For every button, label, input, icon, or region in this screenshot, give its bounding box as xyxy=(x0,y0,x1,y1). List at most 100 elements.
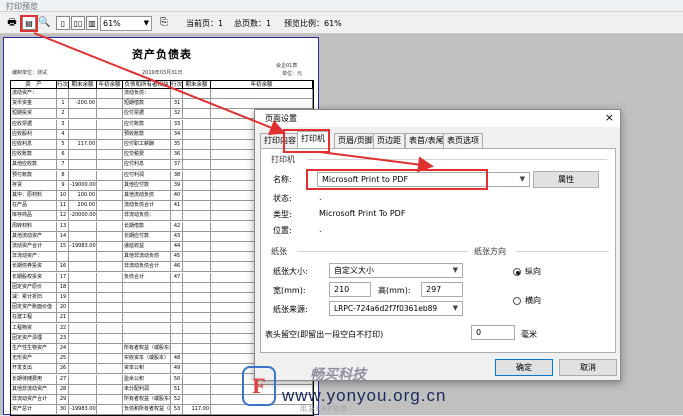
table-cell-asset: 长期债券投资 xyxy=(11,262,57,272)
zoom-icon[interactable]: 🔍 xyxy=(38,16,50,30)
paper-size-select[interactable]: 自定义大小 ▼ xyxy=(329,263,463,278)
height-label: 高(mm): xyxy=(378,286,411,295)
paper-group-label: 纸张 xyxy=(271,247,287,256)
table-cell-line-no xyxy=(57,252,69,262)
tab-margins[interactable]: 页边距 xyxy=(373,133,405,149)
table-cell-end-balance xyxy=(183,272,211,282)
table-cell-line-no: 15 xyxy=(57,242,69,251)
table-cell-begin-balance xyxy=(211,99,313,109)
table-cell-begin-balance xyxy=(97,262,123,272)
watermark-subtitle: 用友ERP软件 xyxy=(300,405,349,413)
table-cell-end-balance xyxy=(183,364,211,374)
cancel-button[interactable]: 取消 xyxy=(559,359,617,376)
height-input[interactable]: 297 xyxy=(421,282,463,297)
table-cell-line-no xyxy=(57,89,69,98)
table-cell-liability: 长期应付款 xyxy=(123,231,171,241)
portrait-label: 纵向 xyxy=(525,267,541,276)
exit-icon[interactable]: ⎘ xyxy=(158,16,170,30)
table-cell-end-balance xyxy=(69,374,97,384)
table-cell-begin-balance xyxy=(97,282,123,292)
table-cell-line-no: 30 xyxy=(57,405,69,415)
paper-source-label: 纸张来源: xyxy=(273,305,308,314)
table-cell-end-balance xyxy=(183,231,211,241)
header-gap-label: 表头留空(即留出一段空白不打印) xyxy=(265,330,384,339)
tab-page-options[interactable]: 表页选项 xyxy=(443,133,483,149)
table-cell-asset: 在建工程 xyxy=(11,313,57,323)
table-cell-end-balance xyxy=(69,303,97,313)
table-cell-end-balance xyxy=(183,323,211,333)
table-cell-end-balance xyxy=(69,231,97,241)
highlight-printer-tab xyxy=(283,129,330,153)
width-input[interactable]: 210 xyxy=(329,282,371,297)
table-cell-liability: 非流动负债： xyxy=(123,211,171,221)
table-cell-line-no xyxy=(171,293,183,302)
table-cell-line-no: 44 xyxy=(171,242,183,251)
table-cell-begin-balance xyxy=(97,344,123,353)
close-icon[interactable]: × xyxy=(605,111,614,124)
table-cell-line-no: 26 xyxy=(57,364,69,374)
table-cell-end-balance xyxy=(183,354,211,364)
header-gap-input[interactable]: 0 xyxy=(471,325,515,340)
tab-table-head-foot[interactable]: 表首/表尾 xyxy=(405,133,448,149)
table-cell-end-balance: -19000.00 xyxy=(70,180,97,190)
portrait-radio[interactable] xyxy=(513,268,521,276)
table-cell-end-balance xyxy=(183,395,211,404)
table-cell-end-balance xyxy=(69,293,97,302)
table-cell-end-balance xyxy=(69,395,97,404)
paper-source-select[interactable]: LRPC-724a6d2f7f0361eb89 ▼ xyxy=(329,301,463,316)
report-form-no: 会企01表 xyxy=(276,63,298,69)
table-cell-liability: 应付账款 xyxy=(123,119,171,129)
chevron-down-icon: ▼ xyxy=(452,304,458,312)
table-cell-end-balance xyxy=(183,140,211,149)
landscape-radio[interactable] xyxy=(513,297,521,305)
table-cell-end-balance xyxy=(183,129,211,139)
table-cell-liability: 应付票据 xyxy=(123,109,171,119)
table-cell-line-no: 25 xyxy=(57,354,69,364)
table-cell-line-no: 29 xyxy=(57,395,69,404)
table-cell-begin-balance xyxy=(97,242,123,251)
table-cell-end-balance xyxy=(69,150,97,160)
table-cell-line-no: 7 xyxy=(57,160,69,170)
table-cell-end-balance xyxy=(183,262,211,272)
table-cell-asset: 非流动资产： xyxy=(11,252,57,262)
col-header-line-no: 行次 xyxy=(171,81,183,89)
table-cell-end-balance xyxy=(69,89,97,98)
table-cell-asset: 固定资产清理 xyxy=(11,333,57,343)
two-page-icon[interactable]: ▯▯ xyxy=(71,16,85,30)
col-header-line-no: 行次 xyxy=(57,81,69,89)
table-cell-asset: 应收利息 xyxy=(11,140,57,149)
paper-source-value: LRPC-724a6d2f7f0361eb89 xyxy=(334,304,438,313)
table-cell-line-no: 39 xyxy=(171,180,183,190)
dialog-titlebar: 页面设置 × xyxy=(255,110,620,127)
table-cell-begin-balance xyxy=(97,129,123,139)
table-cell-asset: 资产总计 xyxy=(11,405,57,415)
table-cell-begin-balance xyxy=(211,89,313,98)
multi-page-icon[interactable]: ▥ xyxy=(86,16,98,30)
table-cell-line-no xyxy=(171,282,183,292)
table-cell-liability xyxy=(123,313,171,323)
tab-header-footer[interactable]: 页眉/页脚 xyxy=(334,133,377,149)
table-cell-line-no: 46 xyxy=(171,262,183,272)
table-cell-end-balance xyxy=(183,150,211,160)
table-cell-line-no: 20 xyxy=(57,303,69,313)
table-cell-end-balance xyxy=(69,333,97,343)
table-cell-end-balance xyxy=(183,170,211,180)
properties-button[interactable]: 属性 xyxy=(533,171,599,188)
table-cell-begin-balance xyxy=(97,272,123,282)
table-cell-begin-balance xyxy=(97,333,123,343)
watermark-logo: F xyxy=(242,366,276,406)
print-icon[interactable]: 🖶 xyxy=(5,16,19,30)
ok-button[interactable]: 确定 xyxy=(495,359,553,376)
single-page-icon[interactable]: ▯ xyxy=(56,16,70,30)
table-cell-end-balance xyxy=(183,211,211,221)
table-cell-liability: 短期借款 xyxy=(123,99,171,109)
table-cell-end-balance xyxy=(69,109,97,119)
table-cell-asset: 应收票据 xyxy=(11,119,57,129)
table-cell-end-balance xyxy=(183,252,211,262)
table-cell-liability: 盈余公积 xyxy=(123,374,171,384)
table-cell-begin-balance xyxy=(97,384,123,394)
type-value: Microsoft Print To PDF xyxy=(319,209,406,218)
total-pages: 总页数：1 xyxy=(234,19,272,28)
zoom-select[interactable]: 61% ▼ xyxy=(100,16,152,31)
table-cell-asset: 开发支出 xyxy=(11,364,57,374)
